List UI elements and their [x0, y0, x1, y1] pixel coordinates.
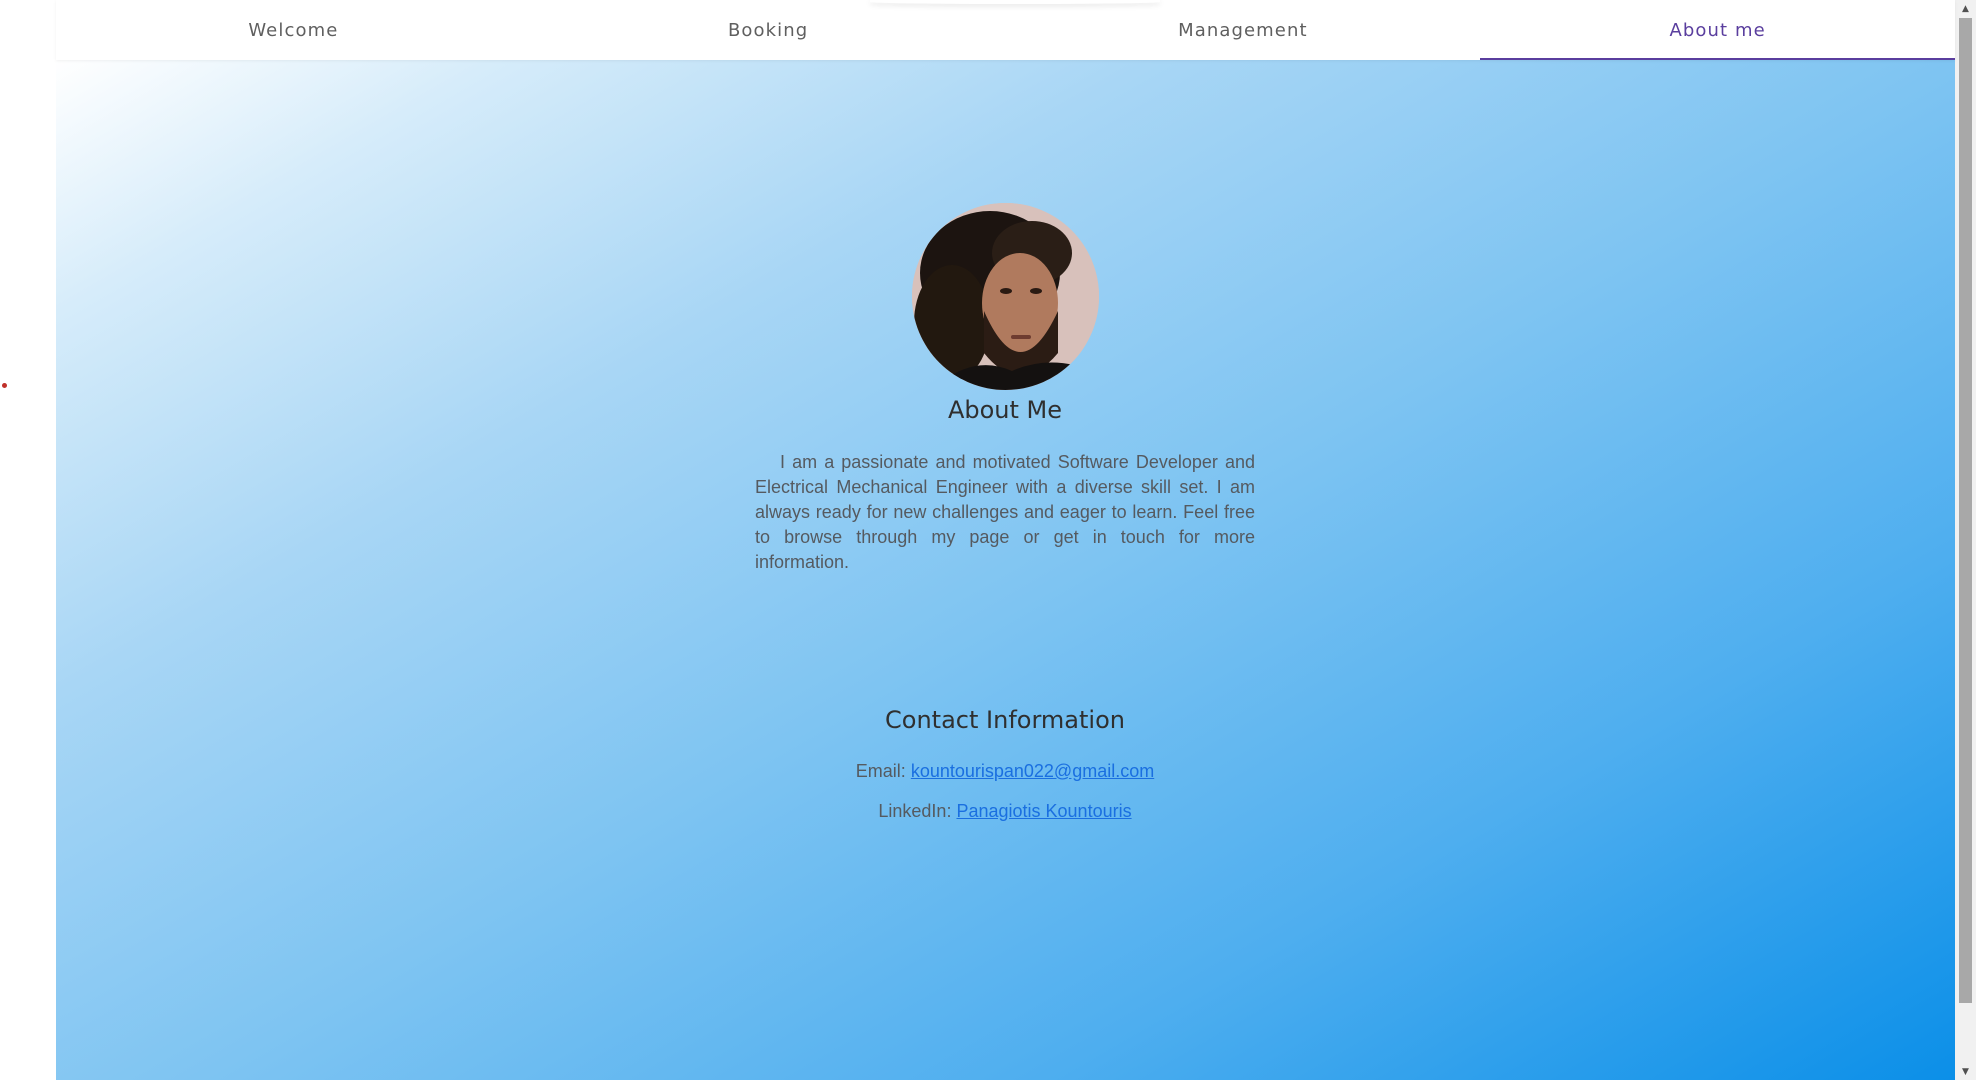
profile-photo-icon — [912, 203, 1099, 390]
about-title: About Me — [947, 396, 1063, 424]
contact-title: Contact Information — [885, 706, 1125, 734]
email-link[interactable]: kountourispan022@gmail.com — [911, 761, 1154, 781]
tab-about-me[interactable]: About me — [1480, 0, 1955, 60]
tab-welcome[interactable]: Welcome — [56, 0, 531, 60]
top-nav-tabs: Welcome Booking Management About me — [56, 0, 1955, 60]
profile-avatar — [912, 203, 1099, 390]
contact-linkedin-row: LinkedIn: Panagiotis Kountouris — [700, 801, 1310, 822]
page: Welcome Booking Management About me Abou… — [0, 0, 1976, 1080]
tab-management[interactable]: Management — [1006, 0, 1481, 60]
tab-booking[interactable]: Booking — [531, 0, 1006, 60]
scrollbar-thumb[interactable] — [1959, 18, 1972, 1003]
scroll-down-arrow-icon[interactable]: ▼ — [1955, 1063, 1976, 1080]
stray-dot — [2, 383, 7, 388]
scroll-up-arrow-icon[interactable]: ▲ — [1955, 0, 1976, 17]
email-label: Email: — [855, 761, 906, 781]
about-description: I am a passionate and motivated Software… — [755, 452, 1255, 572]
linkedin-label: LinkedIn: — [878, 801, 952, 821]
vertical-scrollbar[interactable]: ▲ ▼ — [1955, 0, 1976, 1080]
tab-bar-shadow — [870, 0, 1160, 4]
contact-email-row: Email: kountourispan022@gmail.com — [700, 761, 1310, 782]
linkedin-link[interactable]: Panagiotis Kountouris — [956, 801, 1131, 821]
